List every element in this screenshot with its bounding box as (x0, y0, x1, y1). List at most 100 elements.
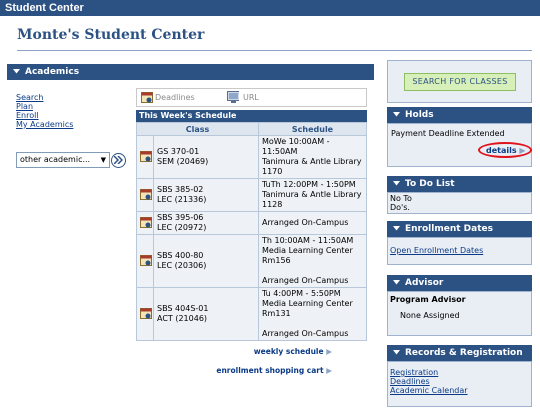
dropdown-arrow-icon: ▼ (100, 156, 106, 164)
search-for-classes-button[interactable]: SEARCH FOR CLASSES (404, 73, 516, 91)
chevron-down-icon (393, 112, 400, 117)
todo-header[interactable]: To Do List (387, 176, 532, 192)
schedule-line: Tanimura & Antle Library (262, 157, 362, 166)
search-link[interactable]: Search (16, 93, 73, 102)
class-cell: GS 370-01 SEM (20469) (153, 135, 259, 179)
schedule-title: This Week's Schedule (136, 110, 367, 122)
enroll-link[interactable]: Enroll (16, 111, 73, 120)
class-line: SBS 400-80 (157, 251, 204, 260)
schedule-line: 11:50AM (262, 147, 298, 156)
calendar-icon (140, 307, 152, 319)
schedule-line: Arranged On-Campus (262, 218, 349, 227)
class-line: SBS 385-02 (157, 185, 204, 194)
schedule-cell: TuTh 12:00PM - 1:50PM Tanimura & Antle Li… (258, 178, 367, 212)
schedule-line: Rm131 (262, 309, 291, 318)
chevron-down-icon (393, 181, 400, 186)
calendar-icon (140, 216, 152, 228)
records-header[interactable]: Records & Registration (387, 345, 532, 361)
holds-header-label: Holds (405, 110, 434, 120)
class-line: GS 370-01 (157, 147, 200, 156)
tab-url[interactable]: URL (243, 90, 259, 105)
records-panel: Registration Deadlines Academic Calendar (387, 361, 532, 407)
enrollment-dates-header-label: Enrollment Dates (405, 224, 493, 234)
search-box: SEARCH FOR CLASSES (387, 60, 532, 103)
schedule-cell: Th 10:00AM - 11:50AM Media Learning Cente… (258, 234, 367, 288)
table-row: SBS 400-80 LEC (20306) Th 10:00AM - 11:50A… (136, 234, 367, 288)
column-header-schedule: Schedule (258, 122, 367, 136)
class-line: LEC (20306) (157, 261, 207, 270)
schedule-line: Media Learning Center (262, 246, 353, 255)
advisor-value: None Assigned (400, 311, 460, 320)
calendar-icon (140, 150, 152, 162)
schedule-cell: Arranged On-Campus (258, 211, 367, 235)
enrollment-dates-panel: Open Enrollment Dates (387, 237, 532, 265)
shopping-cart-label: enrollment shopping cart (216, 366, 324, 375)
arrow-right-icon: ▶ (326, 347, 332, 356)
class-line: ACT (21046) (157, 314, 208, 323)
shopping-cart-link[interactable]: enrollment shopping cart ▶ (216, 366, 332, 375)
class-icon-cell (136, 178, 154, 212)
advisor-header-label: Advisor (405, 278, 444, 288)
advisor-panel: Program Advisor None Assigned (387, 291, 532, 336)
schedule-line: Tu 4:00PM - 5:50PM (262, 289, 341, 298)
table-row: GS 370-01 SEM (20469) MoWe 10:00AM -11:50A… (136, 135, 367, 179)
other-academic-select[interactable]: other academic... ▼ (16, 152, 110, 168)
academics-header-label: Academics (25, 67, 80, 77)
weekly-link-row: weekly schedule ▶ (136, 347, 332, 359)
calendar-icon (140, 188, 152, 200)
class-line: SEM (20469) (157, 157, 209, 166)
enrollment-dates-header[interactable]: Enrollment Dates (387, 221, 532, 237)
open-enrollment-dates-link[interactable]: Open Enrollment Dates (390, 246, 483, 255)
cart-link-row: enrollment shopping cart ▶ (136, 366, 332, 378)
class-cell: SBS 385-02 LEC (21336) (153, 178, 259, 212)
class-line: LEC (21336) (157, 195, 207, 204)
hold-item: Payment Deadline Extended (391, 129, 505, 138)
todo-header-label: To Do List (405, 179, 455, 189)
table-row: SBS 404S-01 ACT (21046) Tu 4:00PM - 5:50PM… (136, 287, 367, 341)
tab-deadlines[interactable]: Deadlines (155, 90, 195, 105)
schedule-line: Arranged On-Campus (262, 329, 349, 338)
todo-text: No To Do's. (390, 194, 412, 212)
weekly-schedule-link[interactable]: weekly schedule ▶ (254, 347, 332, 356)
top-bar-title: Student Center (5, 2, 84, 14)
class-line: SBS 404S-01 (157, 304, 209, 313)
academics-header[interactable]: Academics (7, 64, 374, 80)
academics-links: Search Plan Enroll My Academics (16, 93, 73, 129)
schedule-line (262, 319, 363, 329)
academic-calendar-link[interactable]: Academic Calendar (390, 386, 468, 395)
schedule-line: Th 10:00AM - 11:50AM (262, 236, 354, 245)
schedule-line: 1128 (262, 200, 283, 209)
program-advisor-label: Program Advisor (390, 295, 466, 304)
academics-tabs: Deadlines URL (136, 88, 367, 107)
title-divider (17, 50, 532, 51)
class-icon-cell (136, 135, 154, 179)
class-line: LEC (20972) (157, 223, 207, 232)
schedule-table: Class Schedule GS 370-01 SEM (20469) MoWe … (136, 122, 367, 341)
holds-header[interactable]: Holds (387, 107, 532, 123)
registration-link[interactable]: Registration (390, 368, 468, 377)
schedule-cell: Tu 4:00PM - 5:50PM Media Learning Center R… (258, 287, 367, 341)
page-title: Monte's Student Center (17, 27, 205, 43)
class-icon-cell (136, 211, 154, 235)
calendar-icon (141, 92, 153, 103)
table-row: SBS 395-06 LEC (20972) Arranged On-Campus (136, 211, 367, 235)
column-header-class: Class (136, 122, 259, 136)
schedule-line (262, 266, 363, 276)
records-links: Registration Deadlines Academic Calendar (390, 368, 468, 395)
advisor-header[interactable]: Advisor (387, 275, 532, 291)
schedule-line: MoWe 10:00AM - (262, 137, 330, 146)
plan-link[interactable]: Plan (16, 102, 73, 111)
deadlines-link[interactable]: Deadlines (390, 377, 468, 386)
top-bar: Student Center (0, 0, 540, 16)
schedule-line: Media Learning Center (262, 299, 353, 308)
class-icon-cell (136, 287, 154, 341)
schedule-line: Tanimura & Antle Library (262, 190, 362, 199)
schedule-line: TuTh 12:00PM - 1:50PM (262, 180, 356, 189)
my-academics-link[interactable]: My Academics (16, 120, 73, 129)
schedule-cell: MoWe 10:00AM -11:50AM Tanimura & Antle Li… (258, 135, 367, 179)
todo-panel: No To Do's. (387, 192, 532, 214)
class-cell: SBS 404S-01 ACT (21046) (153, 287, 259, 341)
class-icon-cell (136, 234, 154, 288)
chevron-down-icon (13, 69, 20, 74)
go-button[interactable] (111, 153, 126, 168)
